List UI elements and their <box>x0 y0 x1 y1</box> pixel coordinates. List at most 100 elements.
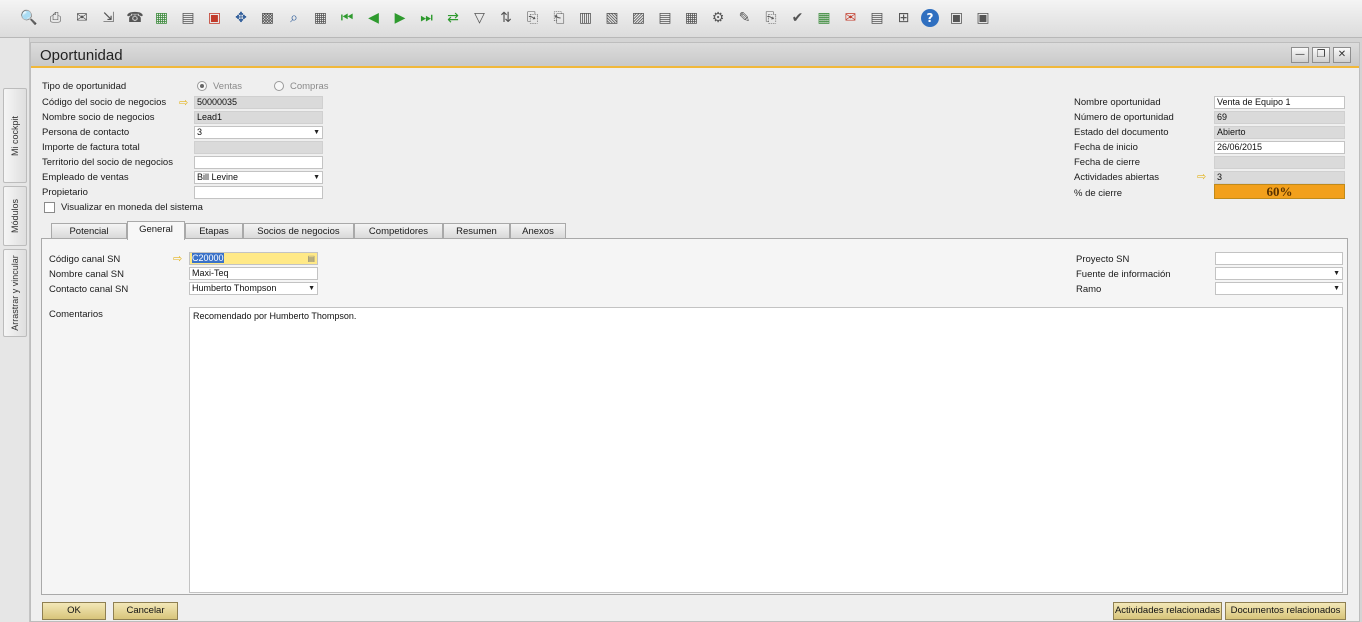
ok-button[interactable]: OK <box>42 602 106 620</box>
contacto-canal-select[interactable]: Humberto Thompson ▼ <box>189 282 318 295</box>
first-record-icon[interactable]: ⏮ <box>338 9 356 27</box>
tree-icon[interactable]: ⊞ <box>895 9 913 27</box>
filter-icon[interactable]: ▽ <box>471 9 489 27</box>
ramo-select[interactable]: ▼ <box>1215 282 1343 295</box>
chevron-down-icon[interactable]: ▼ <box>313 127 320 138</box>
base-document-icon[interactable]: ▥ <box>577 9 595 27</box>
window-a-icon[interactable]: ▣ <box>948 9 966 27</box>
actividades-abiertas-label: Actividades abiertas <box>1074 172 1160 183</box>
print-icon[interactable]: ⎙ <box>47 9 65 27</box>
window-b-icon[interactable]: ▣ <box>974 9 992 27</box>
gross-profit-icon[interactable]: ▨ <box>630 9 648 27</box>
export-icon[interactable]: ⇲ <box>100 9 118 27</box>
tab-potencial[interactable]: Potencial <box>51 223 127 239</box>
chevron-down-icon[interactable]: ▼ <box>1333 283 1340 294</box>
edit-icon[interactable]: ✎ <box>736 9 754 27</box>
side-tab-label: Arrastrar y vincular <box>10 255 20 331</box>
link-arrow-icon[interactable]: ⇨ <box>173 253 182 264</box>
attachment-icon[interactable]: ⎘ <box>762 9 780 27</box>
empleado-ventas-select[interactable]: Bill Levine ▼ <box>194 171 323 184</box>
last-record-icon[interactable]: ⏭ <box>418 9 436 27</box>
nombre-canal-label: Nombre canal SN <box>49 269 124 280</box>
word-icon[interactable]: ▤ <box>179 9 197 27</box>
add-icon[interactable]: ▦ <box>312 9 330 27</box>
actividades-relacionadas-button[interactable]: Actividades relacionadas <box>1113 602 1222 620</box>
tab-anexos[interactable]: Anexos <box>510 223 566 239</box>
tab-etapas[interactable]: Etapas <box>185 223 243 239</box>
tab-resumen[interactable]: Resumen <box>443 223 510 239</box>
persona-contacto-value: 3 <box>197 127 203 137</box>
estado-documento-field[interactable]: Abierto <box>1214 126 1345 139</box>
codigo-canal-label: Código canal SN <box>49 254 121 265</box>
actividades-abiertas-field[interactable]: 3 <box>1214 171 1345 184</box>
settings-icon[interactable]: ⚙ <box>709 9 727 27</box>
nombre-socio-field[interactable]: Lead1 <box>194 111 323 124</box>
tab-socios-negocios[interactable]: Socios de negocios <box>243 223 354 239</box>
calendar-icon[interactable]: ▦ <box>815 9 833 27</box>
list-icon[interactable]: ▤ <box>307 253 315 264</box>
radio-compras-label: Compras <box>290 81 329 92</box>
help-icon[interactable]: ? <box>921 9 939 27</box>
side-tab-modulos[interactable]: Módulos <box>3 186 27 246</box>
numero-oportunidad-label: Número de oportunidad <box>1074 112 1174 123</box>
nombre-oportunidad-field[interactable]: Venta de Equipo 1 <box>1214 96 1345 109</box>
importe-factura-field[interactable] <box>194 141 323 154</box>
sort-icon[interactable]: ⇅ <box>497 9 515 27</box>
documentos-relacionados-button[interactable]: Documentos relacionados <box>1225 602 1346 620</box>
chevron-down-icon[interactable]: ▼ <box>1333 268 1340 279</box>
fax-icon[interactable]: ☎ <box>126 9 144 27</box>
codigo-socio-field[interactable]: 50000035 <box>194 96 323 109</box>
find-icon[interactable]: ⌕ <box>285 9 303 27</box>
radio-ventas-label: Ventas <box>213 81 243 92</box>
persona-contacto-select[interactable]: 3 ▼ <box>194 126 323 139</box>
tab-general[interactable]: General <box>127 221 185 240</box>
codigo-socio-label: Código del socio de negocios <box>42 97 167 108</box>
target-document-icon[interactable]: ▧ <box>603 9 621 27</box>
nombre-canal-field[interactable]: Maxi-Teq <box>189 267 318 280</box>
messages-icon[interactable]: ✉ <box>842 9 860 27</box>
close-button[interactable]: ✕ <box>1333 47 1351 63</box>
radio-compras[interactable] <box>274 81 284 91</box>
tab-competidores[interactable]: Competidores <box>354 223 443 239</box>
side-tab-mi-cockpit[interactable]: Mi cockpit <box>3 88 27 183</box>
radio-ventas[interactable] <box>197 81 207 91</box>
lock-icon[interactable]: ▩ <box>259 9 277 27</box>
refresh-icon[interactable]: ⇄ <box>444 9 462 27</box>
pdf-icon[interactable]: ▣ <box>206 9 224 27</box>
restore-button[interactable]: ❐ <box>1312 47 1330 63</box>
copy-from-icon[interactable]: ⎘ <box>524 9 542 27</box>
comentarios-textarea[interactable]: Recomendado por Humberto Thompson. <box>189 307 1343 593</box>
approve-icon[interactable]: ✔ <box>789 9 807 27</box>
numero-oportunidad-field[interactable]: 69 <box>1214 111 1345 124</box>
window-titlebar[interactable]: Oportunidad — ❐ ✕ <box>31 43 1359 68</box>
layout-icon[interactable]: ▦ <box>683 9 701 27</box>
next-record-icon[interactable]: ▶ <box>391 9 409 27</box>
codigo-canal-field[interactable]: C20000 ▤ <box>189 252 318 265</box>
preview-icon[interactable]: 🔍 <box>20 9 38 27</box>
fecha-inicio-field[interactable]: 26/06/2015 <box>1214 141 1345 154</box>
side-tab-arrastrar[interactable]: Arrastrar y vincular <box>3 249 27 337</box>
chevron-down-icon[interactable]: ▼ <box>313 172 320 183</box>
fuente-informacion-select[interactable]: ▼ <box>1215 267 1343 280</box>
minimize-button[interactable]: — <box>1291 47 1309 63</box>
previous-record-icon[interactable]: ◀ <box>365 9 383 27</box>
territorio-field[interactable] <box>194 156 323 169</box>
report-icon[interactable]: ▤ <box>868 9 886 27</box>
email-icon[interactable]: ✉ <box>73 9 91 27</box>
move-icon[interactable]: ✥ <box>232 9 250 27</box>
estado-documento-label: Estado del documento <box>1074 127 1169 138</box>
link-arrow-icon[interactable]: ⇨ <box>179 97 188 108</box>
excel-icon[interactable]: ▦ <box>153 9 171 27</box>
journal-icon[interactable]: ▤ <box>656 9 674 27</box>
visualizar-moneda-checkbox[interactable] <box>44 202 55 213</box>
chevron-down-icon[interactable]: ▼ <box>308 283 315 294</box>
link-arrow-icon[interactable]: ⇨ <box>1197 171 1206 182</box>
cancel-button[interactable]: Cancelar <box>113 602 178 620</box>
propietario-field[interactable] <box>194 186 323 199</box>
general-tab-panel: Código canal SN ⇨ C20000 ▤ Nombre canal … <box>41 238 1348 595</box>
proyecto-sn-field[interactable] <box>1215 252 1343 265</box>
contacto-canal-label: Contacto canal SN <box>49 284 129 295</box>
fecha-cierre-field[interactable] <box>1214 156 1345 169</box>
porcentaje-cierre-bar: 60% <box>1214 184 1345 199</box>
copy-to-icon[interactable]: ⎗ <box>550 9 568 27</box>
